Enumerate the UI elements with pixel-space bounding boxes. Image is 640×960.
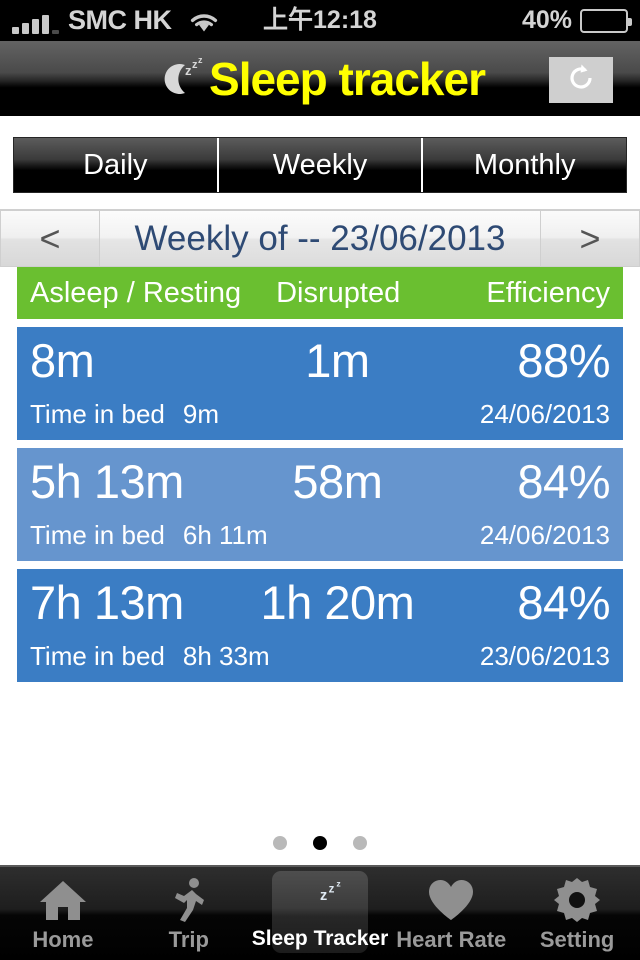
row-disrupted-value: 1m [305, 334, 370, 387]
gear-icon [551, 875, 603, 925]
column-header-efficiency: Efficiency [486, 276, 610, 309]
status-bar: SMC HK 上午12:18 40% [0, 0, 640, 41]
row-efficiency-value: 84% [517, 455, 610, 508]
svg-text:z: z [185, 63, 192, 78]
page-dot[interactable] [273, 836, 287, 850]
svg-text:z: z [198, 55, 203, 65]
tab-monthly[interactable]: Monthly [423, 138, 627, 192]
row-asleep-value: 5h 13m [30, 455, 184, 508]
row-time-in-bed-value: 8h 33m [182, 641, 270, 671]
tab-heart-rate[interactable]: Heart Rate [388, 867, 514, 960]
page-dot[interactable] [353, 836, 367, 850]
date-navigation-bar: < Weekly of -- 23/06/2013 > [0, 209, 640, 267]
previous-period-button[interactable]: < [0, 210, 100, 267]
row-time-in-bed-value: 6h 11m [182, 520, 268, 550]
sleep-moon-zzz-icon: z z z [155, 53, 207, 105]
tab-daily[interactable]: Daily [14, 138, 219, 192]
tab-heart-rate-label: Heart Rate [396, 927, 507, 952]
table-row[interactable]: 5h 13m 58m 84% Time in bed 6h 11m 24/06/2… [17, 448, 623, 561]
page-title: Sleep tracker [209, 52, 486, 105]
svg-text:z: z [329, 883, 335, 895]
tab-sleep-tracker-label: Sleep Tracker [251, 927, 389, 950]
tab-trip-label: Trip [168, 927, 209, 952]
heart-icon [425, 875, 477, 925]
app-title-bar: z z z Sleep tracker [0, 41, 640, 116]
home-icon [37, 875, 89, 925]
row-asleep-value: 7h 13m [30, 576, 184, 629]
tab-weekly[interactable]: Weekly [218, 138, 424, 192]
tab-setting-label: Setting [539, 927, 615, 952]
row-time-in-bed-label: Time in bed [30, 399, 165, 429]
page-indicator[interactable] [0, 836, 640, 850]
svg-text:z: z [320, 888, 327, 904]
table-row[interactable]: 8m 1m 88% Time in bed 9m 24/06/2013 [17, 327, 623, 440]
tab-trip[interactable]: Trip [126, 867, 252, 960]
row-date: 24/06/2013 [479, 520, 610, 550]
row-date: 24/06/2013 [479, 399, 610, 429]
refresh-button[interactable] [549, 57, 613, 103]
row-disrupted-value: 1h 20m [260, 576, 415, 629]
tab-setting[interactable]: Setting [514, 867, 640, 960]
tab-daily-label: Daily [83, 148, 148, 181]
row-time-in-bed-label: Time in bed [30, 520, 165, 550]
row-time-in-bed-value: 9m [182, 399, 219, 429]
row-time-in-bed-label: Time in bed [30, 641, 165, 671]
tab-weekly-label: Weekly [272, 148, 368, 181]
app-root: SMC HK 上午12:18 40% z z z Sleep tracker D… [0, 0, 640, 960]
row-disrupted-value: 58m [292, 455, 383, 508]
tab-home-label: Home [32, 927, 94, 952]
sleep-moon-zzz-icon: z z z [294, 875, 346, 925]
tab-home[interactable]: Home [0, 867, 126, 960]
row-efficiency-value: 84% [517, 576, 610, 629]
chevron-right-icon: > [579, 217, 601, 259]
period-segmented-control: Daily Weekly Monthly [0, 131, 640, 201]
current-period-label: Weekly of -- 23/06/2013 [100, 210, 540, 267]
row-asleep-value: 8m [30, 334, 95, 387]
table-row[interactable]: 7h 13m 1h 20m 84% Time in bed 8h 33m 23/0… [17, 569, 623, 682]
sleep-records-table: Asleep / Resting Disrupted Efficiency 8m… [0, 267, 640, 682]
status-bar-clock: 上午12:18 [263, 6, 377, 34]
row-efficiency-value: 88% [517, 334, 610, 387]
row-time-in-bed: Time in bed 9m [30, 399, 480, 430]
row-time-in-bed: Time in bed 8h 33m [30, 641, 480, 672]
tab-monthly-label: Monthly [473, 148, 576, 181]
battery-icon [580, 8, 632, 33]
row-time-in-bed: Time in bed 6h 11m [30, 520, 480, 551]
page-dot-active[interactable] [313, 836, 327, 850]
chevron-left-icon: < [39, 217, 61, 259]
bottom-tab-bar: Home Trip z z z Sleep Tracker Heart Rate… [0, 865, 640, 960]
tab-sleep-tracker[interactable]: z z z Sleep Tracker [251, 867, 389, 960]
table-header-row: Asleep / Resting Disrupted Efficiency [17, 267, 623, 319]
column-header-asleep: Asleep / Resting [30, 276, 242, 309]
refresh-icon [564, 61, 598, 100]
app-title-group: z z z Sleep tracker [155, 52, 486, 105]
column-header-disrupted: Disrupted [276, 276, 401, 309]
svg-text:z: z [336, 879, 341, 889]
row-date: 23/06/2013 [479, 641, 610, 671]
next-period-button[interactable]: > [540, 210, 640, 267]
running-person-icon [163, 875, 215, 925]
